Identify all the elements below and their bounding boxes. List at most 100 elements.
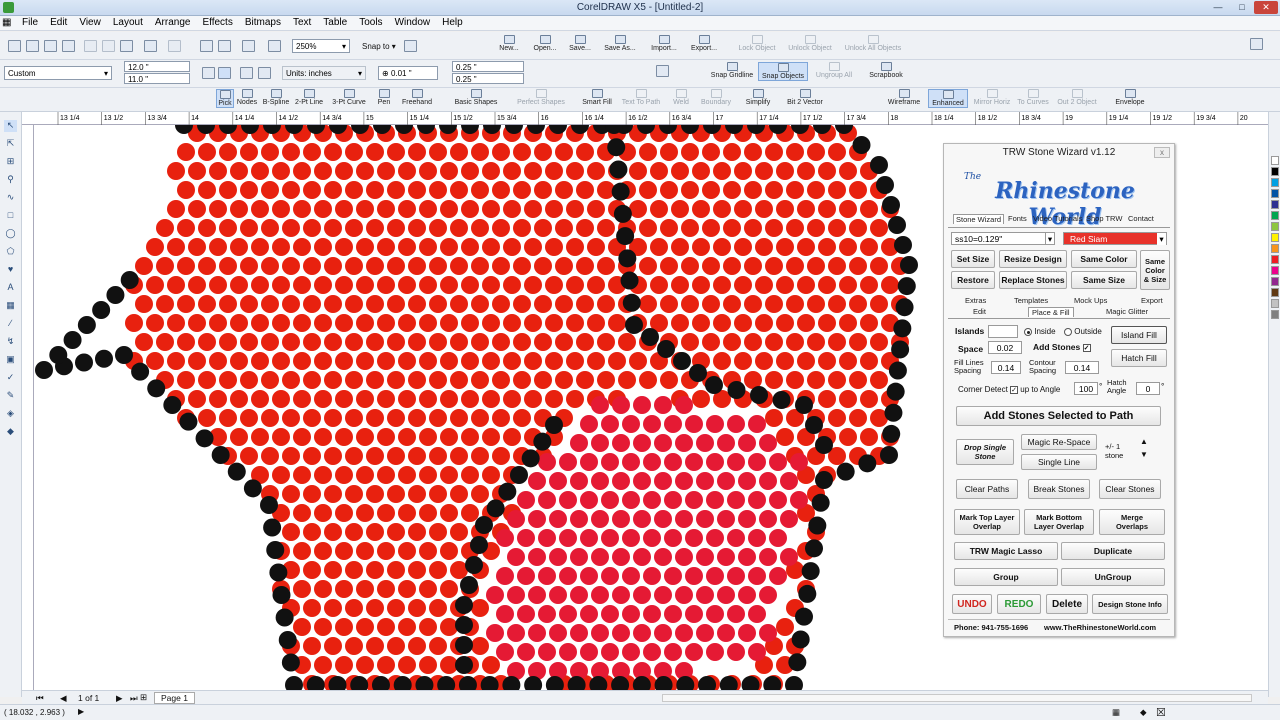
stone-red[interactable] bbox=[759, 472, 777, 490]
same-color-button[interactable]: Same Color bbox=[1071, 250, 1137, 268]
stone-red[interactable] bbox=[261, 143, 279, 161]
stone-red[interactable] bbox=[167, 200, 185, 218]
pen-tool-button[interactable]: Pen bbox=[374, 89, 394, 106]
stone-red[interactable] bbox=[675, 624, 693, 642]
stone-red[interactable] bbox=[398, 580, 416, 598]
stone-red[interactable] bbox=[660, 219, 678, 237]
stone-red[interactable] bbox=[471, 181, 489, 199]
stone-red[interactable] bbox=[230, 352, 248, 370]
stone-red[interactable] bbox=[870, 333, 888, 351]
stone-red[interactable] bbox=[633, 472, 651, 490]
stone-red[interactable] bbox=[366, 637, 384, 655]
stone-red[interactable] bbox=[765, 333, 783, 351]
stone-red[interactable] bbox=[759, 548, 777, 566]
single-line-button[interactable]: Single Line bbox=[1021, 454, 1097, 470]
stone-red[interactable] bbox=[419, 466, 437, 484]
stone-red[interactable] bbox=[156, 295, 174, 313]
stone-red[interactable] bbox=[356, 428, 374, 446]
stone-red[interactable] bbox=[786, 371, 804, 389]
stone-black[interactable] bbox=[195, 429, 214, 448]
stone-red[interactable] bbox=[723, 257, 741, 275]
menu-arrange[interactable]: Arrange bbox=[149, 16, 197, 29]
stone-red[interactable] bbox=[366, 409, 384, 427]
stone-black[interactable] bbox=[897, 277, 916, 296]
stone-red[interactable] bbox=[702, 333, 720, 351]
stone-red[interactable] bbox=[549, 586, 567, 604]
stone-red[interactable] bbox=[755, 200, 773, 218]
stone-red[interactable] bbox=[828, 143, 846, 161]
stone-red[interactable] bbox=[723, 295, 741, 313]
stone-red[interactable] bbox=[356, 200, 374, 218]
blend-tool-icon[interactable]: ▣ bbox=[4, 354, 17, 366]
stone-red[interactable] bbox=[314, 504, 332, 522]
stone-red[interactable] bbox=[555, 371, 573, 389]
stone-red[interactable] bbox=[377, 656, 395, 674]
stone-red[interactable] bbox=[303, 257, 321, 275]
outline-tool-icon[interactable]: ✎ bbox=[4, 390, 17, 402]
same-size-button[interactable]: Same Size bbox=[1071, 271, 1137, 289]
stone-red[interactable] bbox=[219, 295, 237, 313]
stone-red[interactable] bbox=[440, 276, 458, 294]
stone-red[interactable] bbox=[807, 333, 825, 351]
stone-red[interactable] bbox=[664, 567, 682, 585]
footer-website[interactable]: www.TheRhinestoneWorld.com bbox=[1044, 623, 1156, 632]
stone-black[interactable] bbox=[120, 271, 139, 289]
stone-red[interactable] bbox=[261, 219, 279, 237]
stone-red[interactable] bbox=[356, 276, 374, 294]
stone-red[interactable] bbox=[303, 333, 321, 351]
stone-red[interactable] bbox=[597, 257, 615, 275]
stone-red[interactable] bbox=[601, 453, 619, 471]
stone-red[interactable] bbox=[681, 181, 699, 199]
three-point-curve-button[interactable]: 3-Pt Curve bbox=[330, 89, 368, 106]
stone-red[interactable] bbox=[219, 219, 237, 237]
stone-red[interactable] bbox=[450, 143, 468, 161]
stone-red[interactable] bbox=[293, 580, 311, 598]
stone-red[interactable] bbox=[776, 162, 794, 180]
close-button[interactable]: ✕ bbox=[1254, 1, 1278, 14]
stone-red[interactable] bbox=[261, 371, 279, 389]
stone-red[interactable] bbox=[408, 219, 426, 237]
stone-red[interactable] bbox=[664, 491, 682, 509]
stone-red[interactable] bbox=[335, 504, 353, 522]
stone-red[interactable] bbox=[685, 415, 703, 433]
stone-red[interactable] bbox=[503, 428, 521, 446]
stone-red[interactable] bbox=[685, 643, 703, 661]
landscape-icon[interactable] bbox=[218, 67, 231, 79]
stone-red[interactable] bbox=[398, 656, 416, 674]
stone-red[interactable] bbox=[345, 295, 363, 313]
stone-red[interactable] bbox=[797, 238, 815, 256]
stone-red[interactable] bbox=[272, 314, 290, 332]
menu-text[interactable]: Text bbox=[287, 16, 317, 29]
stone-red[interactable] bbox=[534, 333, 552, 351]
stone-black[interactable] bbox=[475, 516, 493, 534]
stone-red[interactable] bbox=[622, 415, 640, 433]
stone-red[interactable] bbox=[335, 390, 353, 408]
vertical-ruler[interactable] bbox=[22, 125, 34, 690]
stone-red[interactable] bbox=[377, 428, 395, 446]
lock-object-button[interactable]: Lock Object bbox=[736, 35, 778, 52]
stone-red[interactable] bbox=[198, 333, 216, 351]
stone-red[interactable] bbox=[335, 542, 353, 560]
tab-fonts[interactable]: Fonts bbox=[1008, 214, 1027, 223]
stone-red[interactable] bbox=[807, 143, 825, 161]
stone-red[interactable] bbox=[559, 605, 577, 623]
stone-black[interactable] bbox=[805, 416, 823, 434]
stone-red[interactable] bbox=[580, 567, 598, 585]
palette-swatch[interactable] bbox=[1271, 299, 1279, 308]
unlock-object-button[interactable]: Unlock Object bbox=[784, 35, 836, 52]
stone-red[interactable] bbox=[717, 472, 735, 490]
stone-red[interactable] bbox=[534, 181, 552, 199]
stone-red[interactable] bbox=[706, 643, 724, 661]
stone-red[interactable] bbox=[696, 510, 714, 528]
stone-red[interactable] bbox=[251, 200, 269, 218]
stone-red[interactable] bbox=[807, 295, 825, 313]
stone-red[interactable] bbox=[839, 428, 857, 446]
stone-red[interactable] bbox=[524, 276, 542, 294]
stone-red[interactable] bbox=[387, 523, 405, 541]
fill-tool-icon[interactable]: ◈ bbox=[4, 408, 17, 420]
stone-red[interactable] bbox=[377, 580, 395, 598]
stone-red[interactable] bbox=[429, 561, 447, 579]
stone-red[interactable] bbox=[366, 295, 384, 313]
stone-red[interactable] bbox=[545, 276, 563, 294]
stone-black[interactable] bbox=[95, 349, 113, 368]
